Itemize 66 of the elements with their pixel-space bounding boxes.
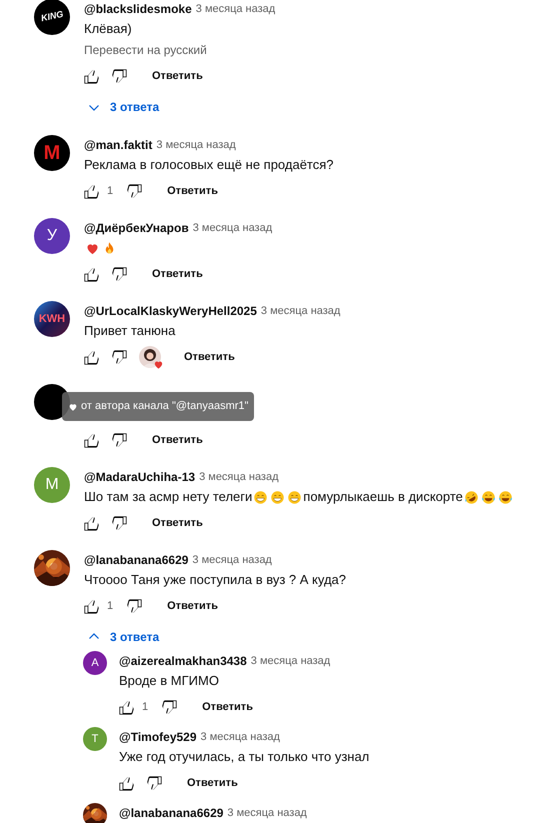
- author-name[interactable]: @UrLocalKlaskyWeryHell2025: [84, 302, 257, 320]
- author-name[interactable]: @ДиёрбекУнаров: [84, 219, 189, 237]
- reply-button[interactable]: Ответить: [140, 60, 215, 92]
- reply-button[interactable]: Ответить: [155, 175, 230, 207]
- thumbs-down-icon[interactable]: [110, 514, 129, 532]
- reply-button[interactable]: Ответить: [140, 424, 215, 456]
- laughing-face-icon: [498, 490, 513, 504]
- avatar: A: [83, 651, 107, 675]
- reply-button[interactable]: Ответить: [155, 590, 230, 622]
- reply-button[interactable]: Ответить: [175, 767, 250, 799]
- grinning-face-icon: [253, 490, 268, 504]
- tooltip-text: от автора канала "@tanyaasmr1": [81, 399, 248, 414]
- heart-icon: [68, 402, 78, 412]
- author-name[interactable]: @blackslidesmoke: [84, 0, 192, 18]
- comment-text: Вроде в МГИМО: [119, 672, 219, 690]
- comment-time: 3 месяца назад: [196, 2, 276, 17]
- comment-time: 3 месяца назад: [192, 220, 272, 236]
- thumbs-down-icon[interactable]: [125, 596, 144, 616]
- laughing-face-icon: [464, 490, 479, 504]
- thumbs-down-icon[interactable]: [125, 182, 144, 200]
- laughing-face-icon: [480, 490, 496, 504]
- thumbs-down-icon[interactable]: [110, 348, 129, 366]
- avatar: T: [83, 727, 107, 751]
- author-name[interactable]: @aizerealmakhan3438: [119, 652, 247, 670]
- comment-time: 3 месяца назад: [156, 138, 236, 153]
- heart-icon: [153, 359, 164, 370]
- replies-toggle[interactable]: 3 ответа: [84, 95, 160, 119]
- author-name[interactable]: @lanabanana6629: [119, 804, 224, 822]
- thumbs-down-icon[interactable]: [110, 430, 129, 450]
- avatar: KWH: [34, 301, 70, 337]
- thumbs-down-icon[interactable]: [110, 264, 129, 284]
- replies-toggle[interactable]: 3 ответа: [84, 625, 160, 649]
- comment-text: Уже год отучилась, а ты только что узнал: [119, 748, 370, 766]
- author-name[interactable]: @MadaraUchiha-13: [84, 468, 196, 486]
- comment-time: 3 месяца назад: [250, 654, 330, 669]
- thumbs-down-icon[interactable]: [145, 774, 164, 792]
- comment-time: 3 месяца назад: [200, 730, 280, 745]
- author-name[interactable]: @lanabanana6629: [84, 551, 188, 569]
- comment-text: Шо там за асмр нету телеги: [84, 488, 252, 506]
- avatar: M: [34, 467, 70, 503]
- thumbs-down-icon[interactable]: [160, 698, 180, 716]
- like-count: 1: [107, 184, 114, 199]
- comment-time: 3 месяца назад: [199, 470, 279, 485]
- translate-link[interactable]: Перевести на русский: [84, 39, 559, 60]
- comment-text: Клёвая): [84, 20, 132, 38]
- like-count: 1: [107, 598, 114, 614]
- comment-text: Чтоооо Таня уже поступила в вуз ? А куда?: [84, 571, 346, 590]
- author-name[interactable]: @man.faktit: [84, 136, 152, 154]
- grinning-face-icon: [287, 490, 302, 504]
- comment-time: 3 месяца назад: [192, 552, 272, 568]
- comment-time: 3 месяца назад: [227, 806, 307, 821]
- reply-button[interactable]: Ответить: [140, 507, 215, 539]
- reply-button[interactable]: Ответить: [172, 341, 247, 373]
- grinning-face-icon: [270, 490, 286, 504]
- reply-button[interactable]: Ответить: [140, 258, 215, 290]
- avatar: У: [34, 218, 70, 254]
- comment-text: Реклама в голосовых ещё не продаётся?: [84, 156, 334, 174]
- like-count: 1: [142, 700, 148, 715]
- comment-text: Привет танюна: [84, 322, 176, 340]
- comment-text: помурлыкаешь в дискорте: [303, 488, 463, 506]
- author-name[interactable]: @Timofey529: [119, 728, 197, 746]
- reply-button[interactable]: Ответить: [190, 691, 265, 723]
- comment-time: 3 месяца назад: [260, 304, 340, 319]
- avatar: KING: [34, 0, 70, 35]
- thumbs-down-icon[interactable]: [110, 66, 129, 86]
- avatar: M: [34, 135, 70, 171]
